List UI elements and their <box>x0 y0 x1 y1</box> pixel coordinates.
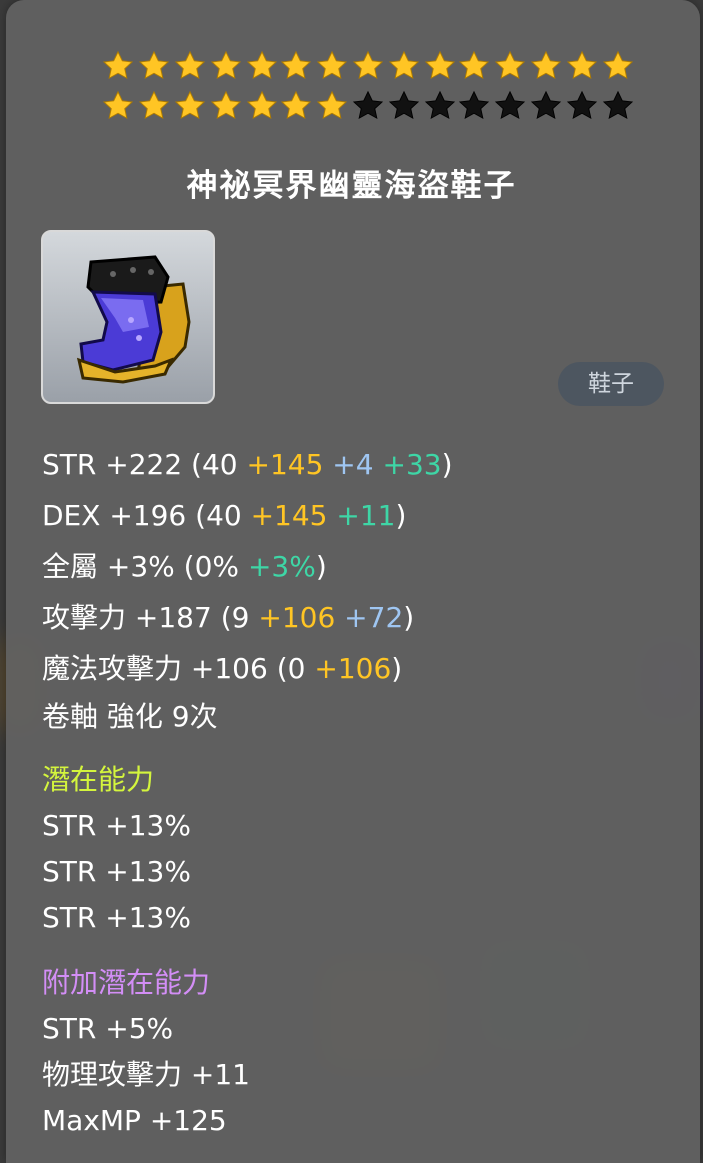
star-filled-icon <box>174 90 206 120</box>
additional-potential-line: 物理攻擊力 +11 <box>42 1058 250 1091</box>
star-filled-icon <box>458 50 490 80</box>
star-group <box>278 90 458 122</box>
star-group <box>100 50 280 82</box>
star-filled-icon <box>174 50 206 80</box>
star-empty-icon <box>388 90 420 120</box>
star-filled-icon <box>246 90 278 120</box>
stat-scroll-upgrades: 卷軸 強化 9次 <box>42 700 218 733</box>
star-filled-icon <box>352 50 384 80</box>
star-filled-icon <box>102 50 134 80</box>
star-empty-icon <box>566 90 598 120</box>
star-force-row-2 <box>0 90 703 122</box>
stat-magic-attack: 魔法攻擊力 +106 (0 +106) <box>42 652 403 685</box>
star-filled-icon <box>138 50 170 80</box>
star-filled-icon <box>602 50 634 80</box>
item-type-badge: 鞋子 <box>558 362 664 406</box>
star-group <box>456 50 636 82</box>
item-icon-frame <box>41 230 215 404</box>
star-force-row-1 <box>0 50 703 82</box>
star-filled-icon <box>316 50 348 80</box>
star-filled-icon <box>494 50 526 80</box>
star-empty-icon <box>352 90 384 120</box>
star-group <box>100 90 280 122</box>
star-filled-icon <box>424 50 456 80</box>
potential-line: STR +13% <box>42 855 191 888</box>
stat-dex: DEX +196 (40 +145 +11) <box>42 499 407 532</box>
potential-line: STR +13% <box>42 901 191 934</box>
star-empty-icon <box>494 90 526 120</box>
star-empty-icon <box>424 90 456 120</box>
star-filled-icon <box>388 50 420 80</box>
star-filled-icon <box>210 50 242 80</box>
star-filled-icon <box>246 50 278 80</box>
additional-potential-line: MaxMP +125 <box>42 1104 227 1137</box>
star-filled-icon <box>280 90 312 120</box>
stat-attack: 攻擊力 +187 (9 +106 +72) <box>42 601 415 634</box>
additional-potential-line: STR +5% <box>42 1012 174 1045</box>
star-filled-icon <box>280 50 312 80</box>
additional-potential-header: 附加潛在能力 <box>42 966 211 999</box>
stat-all-stat: 全屬 +3% (0% +3%) <box>42 550 327 583</box>
boots-icon <box>76 255 191 384</box>
star-empty-icon <box>602 90 634 120</box>
star-empty-icon <box>458 90 490 120</box>
stat-str: STR +222 (40 +145 +4 +33) <box>42 448 453 481</box>
star-filled-icon <box>530 50 562 80</box>
item-name: 神祕冥界幽靈海盜鞋子 <box>186 168 517 204</box>
star-group <box>278 50 458 82</box>
star-filled-icon <box>316 90 348 120</box>
star-filled-icon <box>138 90 170 120</box>
star-group <box>456 90 636 122</box>
star-filled-icon <box>210 90 242 120</box>
star-filled-icon <box>102 90 134 120</box>
star-empty-icon <box>530 90 562 120</box>
potential-line: STR +13% <box>42 809 191 842</box>
star-filled-icon <box>566 50 598 80</box>
potential-header: 潛在能力 <box>42 763 155 796</box>
